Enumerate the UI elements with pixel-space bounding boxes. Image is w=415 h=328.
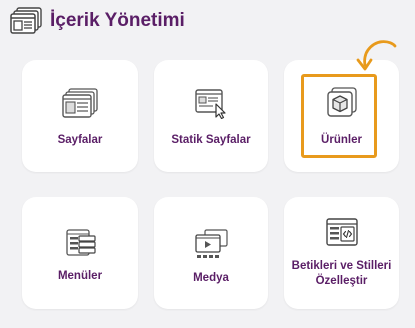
code-window-icon — [325, 218, 358, 246]
page-title: İçerik Yönetimi — [50, 10, 185, 31]
card-label: Betikleri ve Stilleri Özelleştir — [291, 260, 392, 287]
page-header: İçerik Yönetimi — [10, 6, 185, 36]
pointer-arrow-icon — [356, 40, 397, 71]
card-menuler[interactable]: Menüler — [22, 197, 138, 309]
card-label: Medya — [193, 272, 229, 284]
card-medya[interactable]: Medya — [154, 197, 268, 309]
card-label: Menüler — [57, 270, 103, 282]
product-box-icon — [326, 87, 357, 117]
static-page-cursor-icon — [195, 89, 226, 119]
media-icon — [195, 229, 228, 258]
card-betikleri-ve-stilleri[interactable]: Betikleri ve Stilleri Özelleştir — [284, 197, 399, 309]
card-label: Sayfalar — [57, 134, 103, 146]
card-statik-sayfalar[interactable]: Statik Sayfalar — [154, 60, 268, 172]
card-sayfalar[interactable]: Sayfalar — [22, 60, 138, 172]
menu-list-icon — [66, 229, 96, 256]
card-label: Ürünler — [321, 134, 362, 146]
layout-windows-icon — [10, 7, 42, 34]
card-label: Statik Sayfalar — [171, 134, 251, 146]
pages-icon — [62, 88, 98, 118]
